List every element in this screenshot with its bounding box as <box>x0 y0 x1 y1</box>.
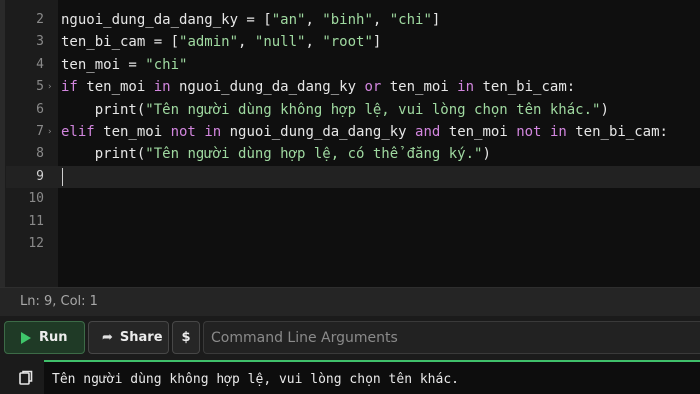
code-string: "chi" <box>389 12 432 28</box>
code-token: nguoi_dung_da_dang_ky = [ <box>61 12 272 28</box>
code-line[interactable]: print("Tên người dùng hợp lệ, có thể đăn… <box>61 143 491 165</box>
line-number: 9 <box>36 169 44 184</box>
code-keyword: not <box>170 124 196 140</box>
code-line[interactable]: ten_bi_cam = ["admin", "null", "root"] <box>61 31 381 53</box>
share-button-label: Share <box>119 330 163 345</box>
code-keyword: if <box>61 79 78 95</box>
code-string: "Tên người dùng hợp lệ, có thể đăng ký." <box>145 146 483 162</box>
code-token: ten_moi <box>381 79 458 95</box>
code-token: ten_bi_cam: <box>566 124 668 140</box>
copy-icon[interactable] <box>19 370 33 386</box>
line-number: 6 <box>36 102 44 117</box>
code-token: ten_moi <box>440 124 517 140</box>
share-button[interactable]: ➦ Share <box>88 321 169 354</box>
code-token: nguoi_dung_da_dang_ky <box>170 79 365 95</box>
code-string: "admin" <box>179 34 239 50</box>
line-number: 12 <box>28 236 44 251</box>
line-number: 3 <box>36 34 44 49</box>
code-token: ] <box>431 12 441 28</box>
active-line-highlight <box>6 166 700 188</box>
code-line[interactable]: elif ten_moi not in nguoi_dung_da_dang_k… <box>61 121 668 143</box>
code-token: ten_moi <box>77 79 154 95</box>
code-keyword: in <box>549 124 567 140</box>
code-token: , <box>372 12 390 28</box>
line-number: 2 <box>36 12 44 27</box>
code-token: ten_bi_cam = [ <box>61 34 180 50</box>
code-token: print( <box>61 102 146 118</box>
code-string: "chi" <box>145 57 188 73</box>
fold-chevron-icon[interactable]: › <box>47 121 56 143</box>
code-string: "root" <box>322 34 373 50</box>
run-button[interactable]: Run <box>4 321 85 354</box>
code-line[interactable]: ten_moi = "chi" <box>61 54 187 76</box>
code-token: ten_moi <box>94 124 171 140</box>
run-toolbar: Run ➦ Share $ <box>0 316 700 360</box>
code-token: ten_bi_cam: <box>474 79 576 95</box>
code-line[interactable]: print("Tên người dùng không hợp lệ, vui … <box>61 99 609 121</box>
code-token: print( <box>61 146 146 162</box>
dollar-icon: $ <box>181 330 191 345</box>
code-token: nguoi_dung_da_dang_ky <box>221 124 416 140</box>
code-string: "binh" <box>322 12 373 28</box>
code-token: , <box>305 12 323 28</box>
line-number: 7 <box>36 124 44 139</box>
cursor-position: Ln: 9, Col: 1 <box>20 294 98 309</box>
code-token: , <box>305 34 323 50</box>
command-line-arguments-input[interactable] <box>203 321 700 354</box>
line-number: 11 <box>28 214 44 229</box>
code-keyword: in <box>457 79 475 95</box>
code-string: "an" <box>271 12 306 28</box>
code-editor[interactable]: 2 3 4 5 › 6 7 › 8 9 10 11 12 nguoi_dung_da_dang_ky =… <box>0 0 700 287</box>
args-prefix: $ <box>172 321 200 354</box>
code-token: ten_moi = <box>61 57 146 73</box>
code-line[interactable]: nguoi_dung_da_dang_ky = ["an", "binh", "… <box>61 9 440 31</box>
code-keyword: not <box>516 124 542 140</box>
line-number: 4 <box>36 57 44 72</box>
fold-chevron-icon[interactable]: › <box>47 76 56 98</box>
share-icon: ➦ <box>102 330 113 345</box>
code-string: "Tên người dùng không hợp lệ, vui lòng c… <box>145 102 601 118</box>
code-token: , <box>238 34 255 50</box>
status-bar: Ln: 9, Col: 1 <box>0 287 700 316</box>
code-keyword: and <box>415 124 441 140</box>
code-keyword: or <box>364 79 382 95</box>
line-number: 10 <box>28 191 44 206</box>
code-token: ) <box>600 102 609 118</box>
code-string: "null" <box>254 34 306 50</box>
output-accent-border <box>44 360 700 362</box>
code-keyword: in <box>204 124 222 140</box>
code-line[interactable]: if ten_moi in nguoi_dung_da_dang_ky or t… <box>61 76 575 98</box>
code-token: ] <box>372 34 382 50</box>
code-token: ) <box>482 146 491 162</box>
text-cursor <box>62 168 63 186</box>
code-keyword: in <box>153 79 171 95</box>
play-icon <box>21 331 31 344</box>
line-number: 8 <box>36 146 44 161</box>
output-text: Tên người dùng không hợp lệ, vui lòng ch… <box>52 372 459 387</box>
line-number: 5 <box>36 79 44 94</box>
run-button-label: Run <box>39 330 68 345</box>
code-keyword: elif <box>61 124 95 140</box>
